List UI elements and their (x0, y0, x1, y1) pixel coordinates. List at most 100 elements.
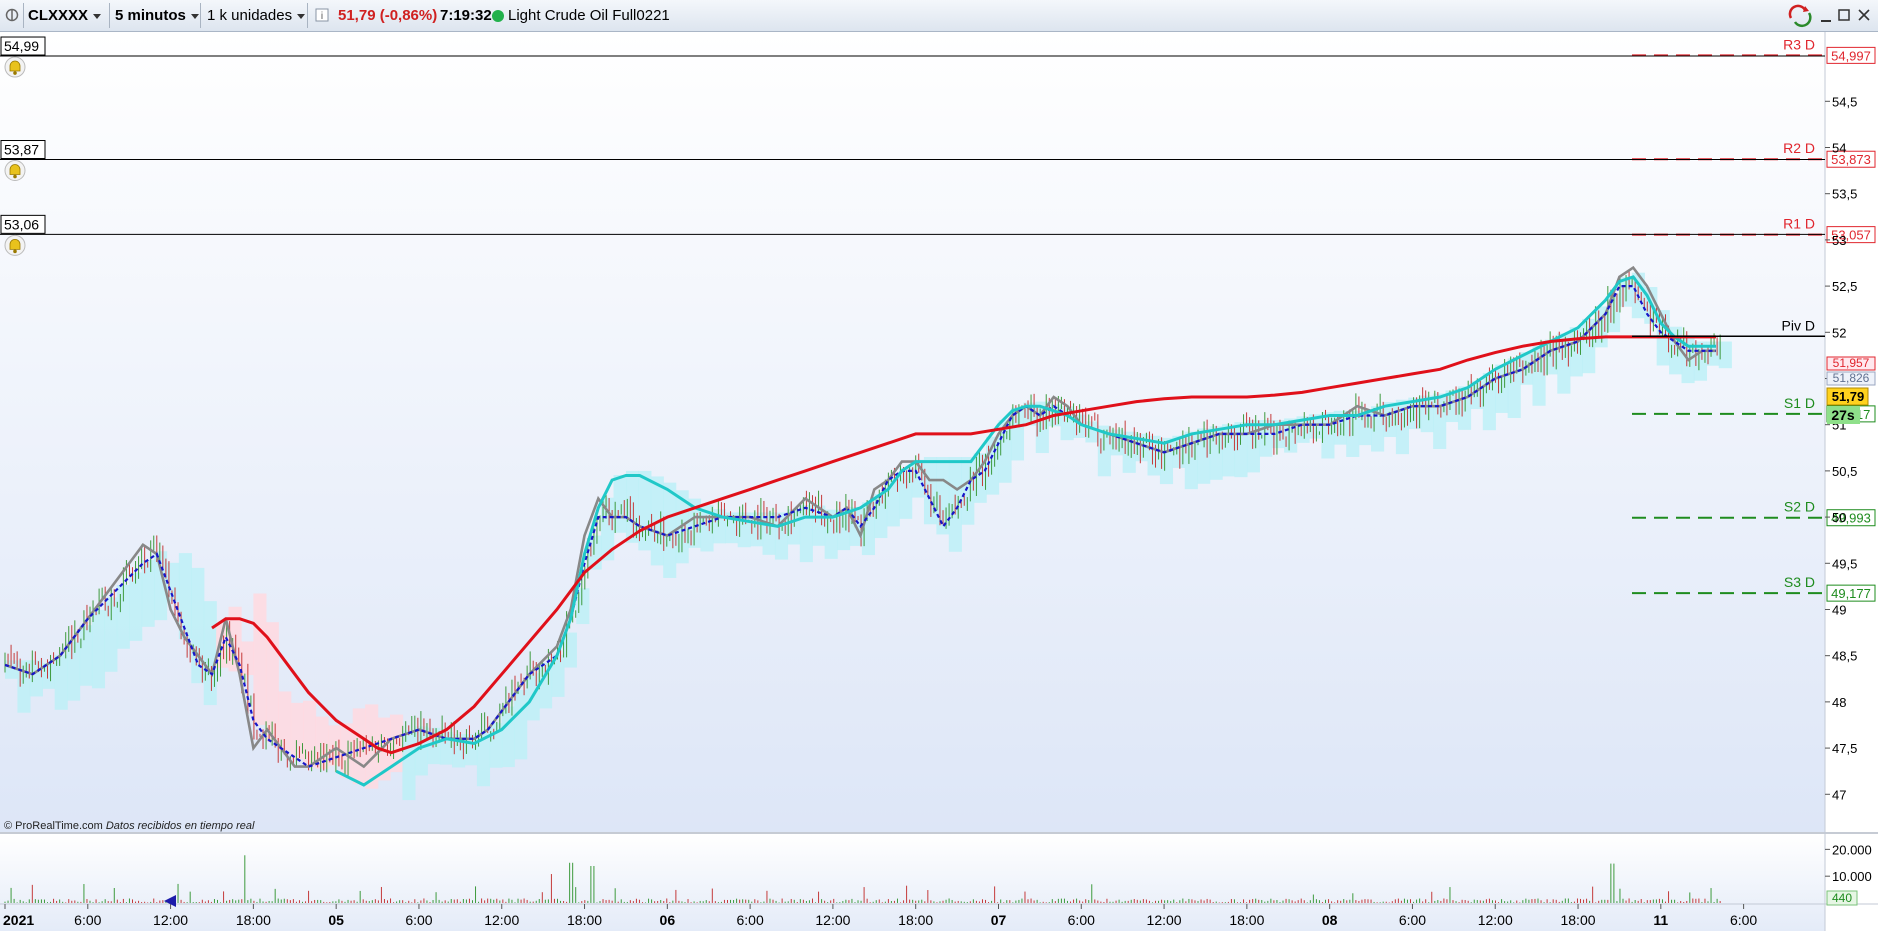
link-icon[interactable] (5, 0, 19, 31)
bell-icon-clapper (13, 249, 17, 254)
time-tick-label: 12:00 (1478, 912, 1513, 928)
pivot-label: R3 D (1783, 36, 1815, 52)
instrument-name: Light Crude Oil Full0221 (508, 7, 670, 24)
timeframe-label: 5 minutos (115, 7, 186, 24)
time-tick-label: 07 (991, 912, 1007, 928)
cloud-segment (1718, 341, 1732, 369)
price-tick-label: 53 (1832, 233, 1846, 248)
countdown: 27s (1831, 407, 1855, 423)
last-volume: 440 (1832, 891, 1852, 905)
units-label: 1 k unidades (207, 7, 293, 24)
cloud-segment (514, 689, 528, 760)
bell-icon-clapper (13, 174, 17, 179)
price-tick-label: 49,5 (1832, 556, 1857, 571)
time-tick-label: 12:00 (1147, 912, 1182, 928)
volume-tick-label: 20.000 (1832, 842, 1872, 857)
volume-tick-label: 10.000 (1832, 869, 1872, 884)
price-tick-label: 47,5 (1832, 741, 1857, 756)
pivot-value: 54,997 (1831, 48, 1871, 63)
time-tick-label: 08 (1322, 912, 1338, 928)
time-tick-label: 18:00 (1560, 912, 1595, 928)
bell-icon-body (9, 60, 21, 72)
minimize-icon[interactable] (1818, 0, 1834, 31)
cloud-segment (1457, 386, 1472, 430)
time-tick-label: 6:00 (1068, 912, 1095, 928)
close-icon[interactable] (1856, 0, 1872, 31)
refresh-icon[interactable] (1787, 0, 1813, 31)
price-tick-label: 48 (1832, 695, 1846, 710)
time-tick-label: 6:00 (74, 912, 101, 928)
bell-icon-body (9, 239, 21, 250)
cloud-segment (352, 708, 366, 785)
cloud-segment (1321, 412, 1335, 459)
price-chart[interactable]: R3 D54,997R2 D53,873R1 D53,057Piv DS1 D5… (0, 32, 1878, 931)
alert-value: 53,06 (4, 216, 39, 232)
cloud-segment (203, 601, 217, 706)
cloud-segment (899, 468, 913, 519)
price-tick-label: 47 (1832, 787, 1846, 802)
price-change: 51,79 (-0,86%) (338, 7, 438, 24)
cloud-segment (1184, 431, 1198, 490)
chart-area[interactable]: R3 D54,997R2 D53,873R1 D53,057Piv DS1 D5… (0, 32, 1878, 931)
chevron-down-icon (190, 13, 199, 19)
price-tick-label: 49 (1832, 602, 1846, 617)
pivot-label: S3 D (1784, 574, 1815, 590)
price-tick-label: 50,5 (1832, 464, 1857, 479)
bell-icon (4, 160, 26, 182)
symbol-selector[interactable]: CLXXXX (28, 0, 102, 31)
time-tick-label: 2021 (3, 912, 34, 928)
pivot-label: S2 D (1784, 499, 1815, 515)
time-tick-label: 6:00 (405, 912, 432, 928)
bell-icon (4, 56, 26, 78)
alert-value: 53,87 (4, 142, 39, 158)
time-tick-label: 12:00 (815, 912, 850, 928)
cloud-segment (638, 470, 652, 551)
bell-icon (4, 234, 26, 256)
time-tick-label: 06 (660, 912, 676, 928)
cloud-segment (1246, 420, 1260, 473)
cloud-segment (79, 625, 93, 686)
price-tick-label: 53,5 (1832, 187, 1857, 202)
pivot-value: 49,177 (1831, 586, 1871, 601)
cloud-segment (402, 730, 416, 801)
status-dot-icon (491, 0, 505, 31)
pivot-label: R1 D (1783, 216, 1815, 232)
time-tick-label: 6:00 (1399, 912, 1426, 928)
cloud-segment (576, 588, 590, 625)
pivot-label: Piv D (1782, 317, 1815, 333)
time-tick-label: 6:00 (1730, 912, 1757, 928)
chevron-down-icon (297, 13, 306, 19)
time-tick-label: 12:00 (484, 912, 519, 928)
time-tick-label: 18:00 (236, 912, 271, 928)
timeframe-selector[interactable]: 5 minutos (115, 0, 199, 31)
time-tick-label: 12:00 (153, 912, 188, 928)
copyright-text: © ProRealTime.com Datos recibidos en tie… (4, 820, 255, 832)
last-price: 51,79 (1832, 389, 1865, 404)
time-tick-label: 18:00 (1229, 912, 1264, 928)
units-selector[interactable]: 1 k unidades (207, 0, 306, 31)
mid-value: 51,826 (1833, 371, 1870, 385)
info-icon[interactable]: i (315, 0, 329, 31)
pivot-label: S1 D (1784, 395, 1815, 411)
maximize-icon[interactable] (1836, 0, 1852, 31)
alert-value: 54,99 (4, 38, 39, 54)
cloud-segment (290, 702, 304, 760)
price-tick-label: 54,5 (1832, 94, 1857, 109)
last-time: 7:19:32 (440, 7, 492, 24)
time-tick-label: 6:00 (736, 912, 763, 928)
cloud-segment (961, 457, 975, 525)
cloud-segment (141, 560, 155, 627)
time-tick-label: 05 (328, 912, 344, 928)
cloud-segment (501, 706, 515, 768)
cloud-segment (762, 512, 776, 555)
cloud-segment (253, 593, 267, 725)
price-tick-label: 52,5 (1832, 279, 1857, 294)
price-tick-label: 50 (1832, 510, 1846, 525)
time-tick-label: 18:00 (567, 912, 602, 928)
price-tick-label: 48,5 (1832, 649, 1857, 664)
toolbar: CLXXXX 5 minutos 1 k unidades i 51,79 (-… (0, 0, 1878, 32)
chevron-down-icon (93, 13, 102, 19)
time-tick-label: 18:00 (898, 912, 933, 928)
cloud-segment (91, 609, 106, 689)
cloud-segment (17, 660, 31, 713)
